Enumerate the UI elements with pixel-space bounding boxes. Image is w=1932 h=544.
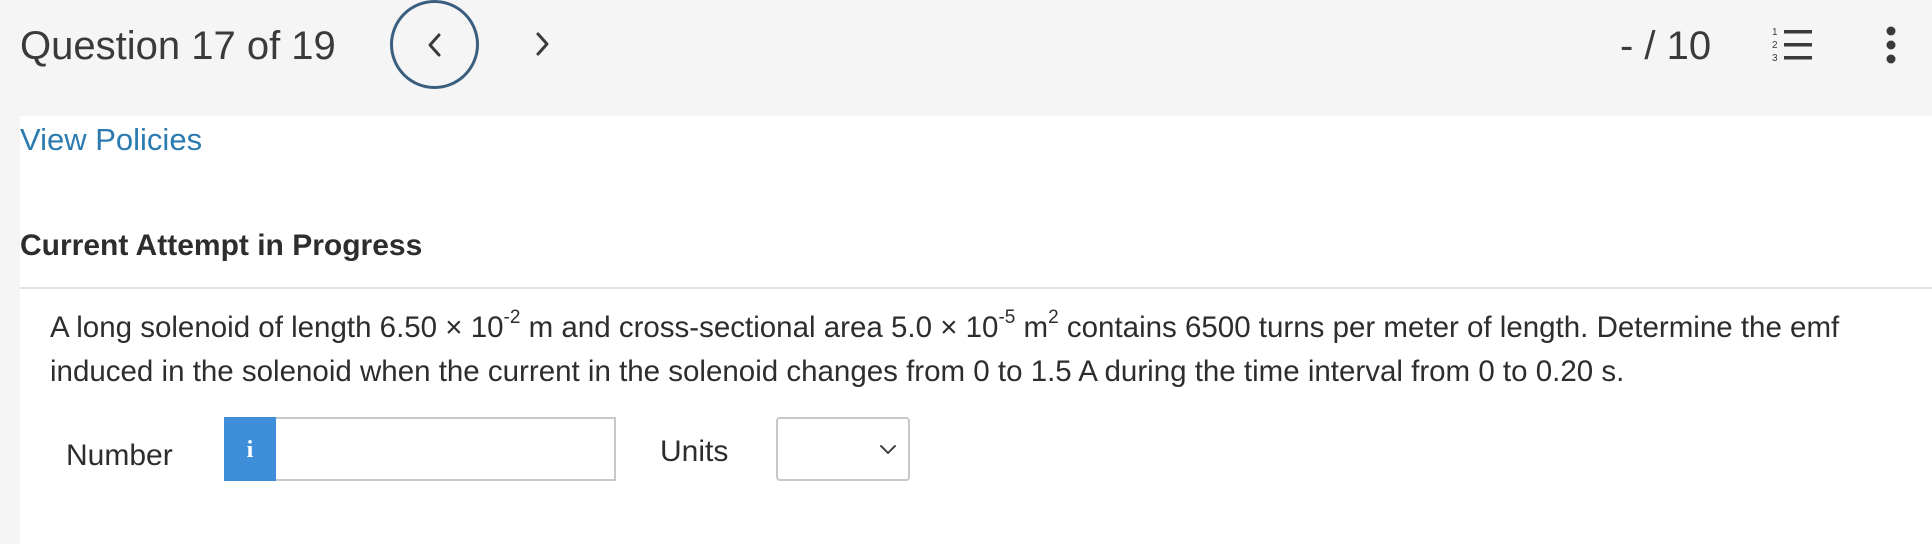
exponent: -2 xyxy=(503,307,521,329)
number-input[interactable] xyxy=(276,417,616,481)
chevron-right-icon xyxy=(536,32,549,56)
question-text-part: m and cross-sectional area 5.0 × 10 xyxy=(520,311,999,344)
divider xyxy=(20,287,1932,289)
previous-question-button[interactable] xyxy=(390,0,479,89)
units-label: Units xyxy=(660,435,729,468)
units-dropdown[interactable] xyxy=(776,417,910,481)
info-glyph: i xyxy=(247,437,254,462)
chevron-down-icon xyxy=(880,445,896,454)
attempt-heading: Current Attempt in Progress xyxy=(20,229,423,262)
score-display: - / 10 xyxy=(1620,24,1712,68)
list-digit: 2 xyxy=(1772,40,1778,51)
view-policies-link[interactable]: View Policies xyxy=(20,116,202,164)
more-options-button[interactable] xyxy=(1876,22,1906,68)
question-text: A long solenoid of length 6.50 × 10-2 m … xyxy=(50,306,1910,394)
question-list-button[interactable]: 1 2 3 xyxy=(1770,25,1816,65)
question-text-part: A long solenoid of length 6.50 × 10 xyxy=(50,311,504,344)
list-digit: 1 xyxy=(1772,27,1778,38)
numbered-list-icon: 1 2 3 xyxy=(1772,27,1812,64)
list-digit: 3 xyxy=(1772,53,1778,64)
info-button[interactable]: i xyxy=(224,417,276,481)
question-panel: View Policies Current Attempt in Progres… xyxy=(20,116,1932,544)
chevron-left-icon xyxy=(428,33,440,56)
exponent: 2 xyxy=(1048,307,1059,329)
exponent: -5 xyxy=(998,307,1016,329)
question-text-part: m xyxy=(1015,311,1049,344)
next-question-button[interactable] xyxy=(520,22,564,66)
question-header: Question 17 of 19 - / 10 1 2 3 xyxy=(0,0,1932,116)
vertical-ellipsis-icon xyxy=(1886,26,1896,64)
number-label: Number xyxy=(66,439,173,472)
question-counter: Question 17 of 19 xyxy=(20,24,336,68)
info-icon: i xyxy=(247,437,254,462)
